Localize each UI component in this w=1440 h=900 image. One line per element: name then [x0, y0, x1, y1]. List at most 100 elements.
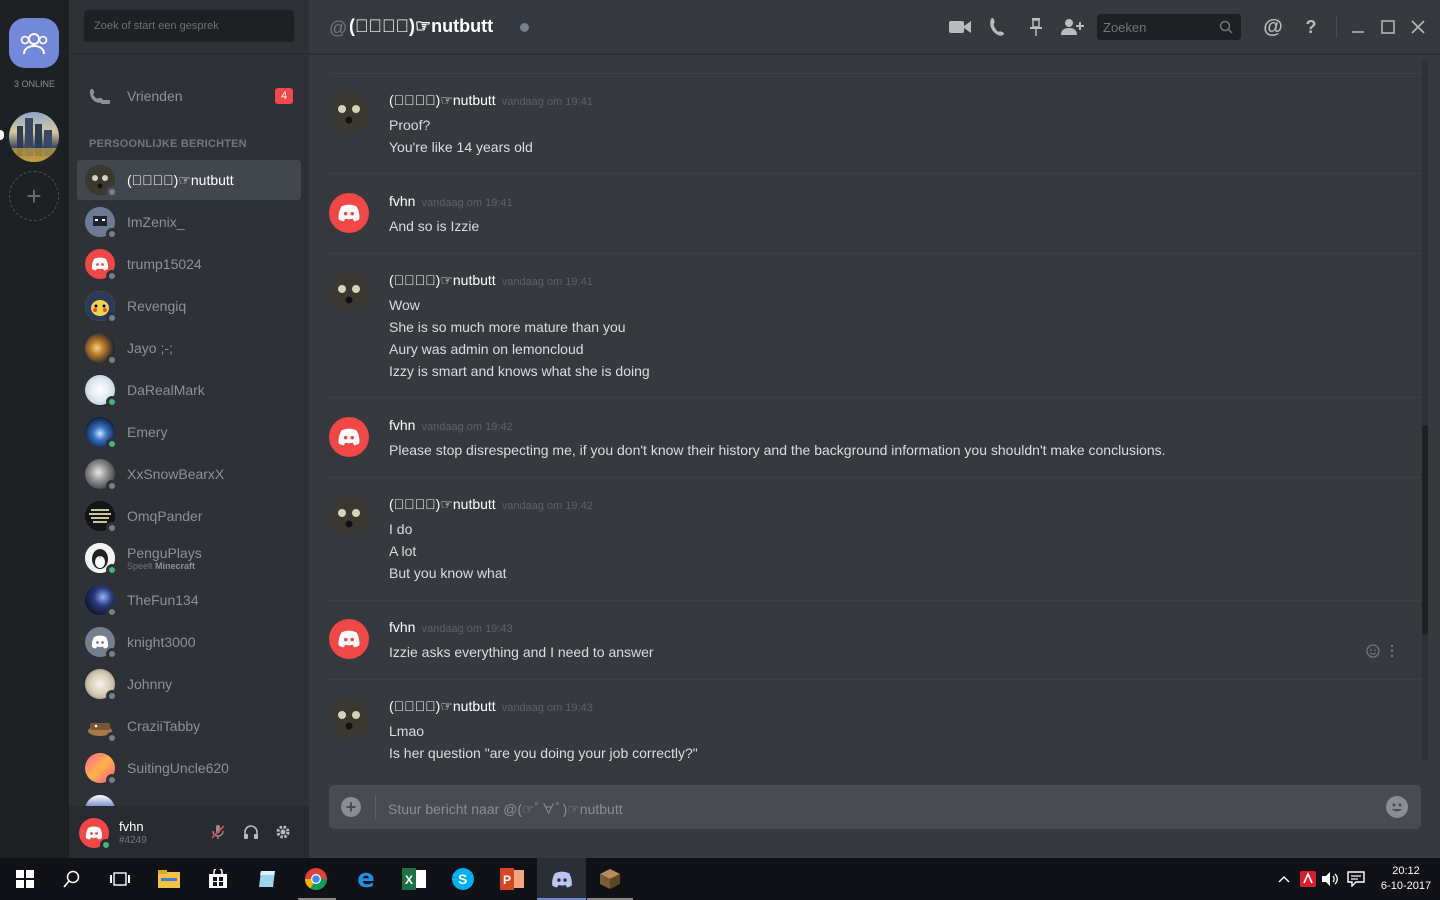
message-author[interactable]: (☞ﾟ∀ﾟ)☞nutbutt vandaag om 19:42: [389, 496, 593, 513]
message-avatar[interactable]: [329, 698, 369, 738]
discord-icon[interactable]: [549, 866, 575, 892]
message-author[interactable]: fvhn vandaag om 19:42: [389, 417, 513, 433]
notes-app-icon[interactable]: [254, 866, 280, 892]
dm-name: SuitingUncle620: [127, 760, 229, 776]
dm-item-imzenix[interactable]: ImZenix_: [77, 202, 301, 242]
pin-icon[interactable]: [1024, 15, 1048, 39]
dm-item-craziitabby[interactable]: CraziiTabby: [77, 706, 301, 746]
volume-icon[interactable]: [1317, 866, 1343, 892]
server-icon[interactable]: [9, 112, 59, 162]
header-search-placeholder: Zoeken: [1103, 20, 1147, 35]
dm-search-input[interactable]: Zoek of start een gesprek: [84, 10, 294, 42]
message-timestamp: vandaag om 19:43: [501, 702, 593, 714]
close-icon[interactable]: [1406, 15, 1430, 39]
friends-button[interactable]: Vrienden 4: [77, 78, 301, 114]
file-explorer-icon[interactable]: [156, 866, 182, 892]
message-avatar[interactable]: [329, 92, 369, 132]
dm-item-jayo[interactable]: Jayo ;-;: [77, 328, 301, 368]
message-avatar[interactable]: [329, 496, 369, 536]
headphones-icon[interactable]: [242, 823, 260, 841]
message-input[interactable]: Stuur bericht naar @(☞ﾟ∀ﾟ)☞nutbutt: [388, 799, 623, 819]
message-author[interactable]: (☞ﾟ∀ﾟ)☞nutbutt vandaag om 19:41: [389, 92, 593, 109]
author-name: fvhn: [389, 619, 416, 635]
message-author[interactable]: fvhn vandaag om 19:41: [389, 193, 513, 209]
discord-app: 3 ONLINE + Zoek of start een gesprek Vri…: [0, 0, 1440, 858]
voice-call-icon[interactable]: [986, 15, 1010, 39]
excel-icon[interactable]: X: [401, 866, 427, 892]
powerpoint-icon[interactable]: P: [499, 866, 525, 892]
author-name: (☞ﾟ∀ﾟ)☞nutbutt: [389, 272, 496, 288]
windows-start-icon[interactable]: [12, 866, 38, 892]
mute-mic-icon[interactable]: [209, 823, 227, 841]
home-button[interactable]: [9, 18, 59, 68]
scrollbar-track[interactable]: [1422, 60, 1428, 760]
dm-item-penguplays[interactable]: PenguPlays Speelt Minecraft: [77, 538, 301, 578]
action-center-icon[interactable]: [1343, 866, 1369, 892]
edge-icon[interactable]: e: [353, 864, 379, 894]
search-icon[interactable]: [59, 866, 85, 892]
status-offline: [106, 774, 118, 786]
dm-item-nutbutt[interactable]: (☞ﾟ∀ﾟ)☞nutbutt: [77, 160, 301, 200]
message-author[interactable]: fvhn vandaag om 19:43: [389, 619, 513, 635]
dm-name: trump15024: [127, 256, 202, 272]
help-icon[interactable]: ?: [1299, 15, 1323, 39]
settings-gear-icon[interactable]: [274, 823, 292, 841]
message-author[interactable]: (☞ﾟ∀ﾟ)☞nutbutt vandaag om 19:43: [389, 698, 593, 715]
friends-phone-icon: [89, 88, 110, 104]
video-call-icon[interactable]: [948, 15, 972, 39]
discord-avatar-icon: [85, 249, 118, 282]
chevron-up-icon[interactable]: [1271, 866, 1297, 892]
dm-item-knight3000[interactable]: knight3000: [77, 622, 301, 662]
skype-icon[interactable]: S: [450, 866, 476, 892]
store-icon[interactable]: [205, 866, 231, 892]
dm-item-thefun134[interactable]: TheFun134: [77, 580, 301, 620]
svg-text:S: S: [458, 871, 467, 887]
upload-plus-icon[interactable]: +: [341, 797, 361, 817]
message-timestamp: vandaag om 19:42: [501, 500, 593, 512]
dm-item-partial[interactable]: [77, 790, 301, 806]
add-server-button[interactable]: +: [9, 171, 59, 221]
plus-icon: +: [26, 180, 42, 211]
add-friend-icon[interactable]: [1061, 15, 1085, 39]
dm-item-trump15024[interactable]: trump15024: [77, 244, 301, 284]
header-search-input[interactable]: Zoeken: [1097, 14, 1241, 40]
dm-item-emery[interactable]: Emery: [77, 412, 301, 452]
add-reaction-icon[interactable]: [1365, 643, 1381, 664]
dm-item-revengiq[interactable]: Revengiq: [77, 286, 301, 326]
dm-item-darealmark[interactable]: DaRealMark: [77, 370, 301, 410]
mentions-icon[interactable]: @: [1261, 15, 1285, 39]
avatar: [85, 207, 118, 240]
discord-avatar-icon[interactable]: [329, 193, 369, 233]
server-rail: 3 ONLINE +: [0, 0, 69, 858]
message-author[interactable]: (☞ﾟ∀ﾟ)☞nutbutt vandaag om 19:41: [389, 272, 593, 289]
svg-text:P: P: [503, 873, 511, 887]
discord-avatar-icon: [85, 627, 118, 660]
clock[interactable]: 20:12 6-10-2017: [1378, 864, 1434, 894]
task-view-icon[interactable]: [107, 866, 133, 892]
dm-item-suitinguncle620[interactable]: SuitingUncle620: [77, 748, 301, 788]
minecraft-icon[interactable]: [597, 866, 623, 892]
online-count: 3 ONLINE: [13, 79, 55, 89]
scrollbar-thumb[interactable]: [1422, 425, 1428, 635]
avatar: [85, 291, 118, 324]
message-line: Wow: [389, 297, 420, 313]
dm-item-xxsnowbearxx[interactable]: XxSnowBearxX: [77, 454, 301, 494]
search-icon: [1219, 20, 1233, 34]
maximize-icon[interactable]: [1376, 15, 1400, 39]
message-divider: [329, 397, 1421, 398]
message-line: Aury was admin on lemoncloud: [389, 341, 584, 357]
message-avatar[interactable]: [329, 272, 369, 312]
discord-avatar-icon[interactable]: [329, 417, 369, 457]
message-timestamp: vandaag om 19:41: [501, 276, 593, 288]
chrome-icon[interactable]: [303, 866, 329, 892]
more-options-icon[interactable]: [1390, 643, 1394, 664]
emoji-picker-icon[interactable]: [1386, 796, 1408, 818]
status-offline: [106, 312, 118, 324]
discord-avatar-icon[interactable]: [329, 619, 369, 659]
clock-date: 6-10-2017: [1380, 880, 1432, 892]
dm-item-omqpander[interactable]: OmqPander: [77, 496, 301, 536]
dm-item-johnny[interactable]: Johnny: [77, 664, 301, 704]
minimize-icon[interactable]: [1346, 15, 1370, 39]
dm-name: Revengiq: [127, 298, 187, 314]
status-offline: [106, 354, 118, 366]
